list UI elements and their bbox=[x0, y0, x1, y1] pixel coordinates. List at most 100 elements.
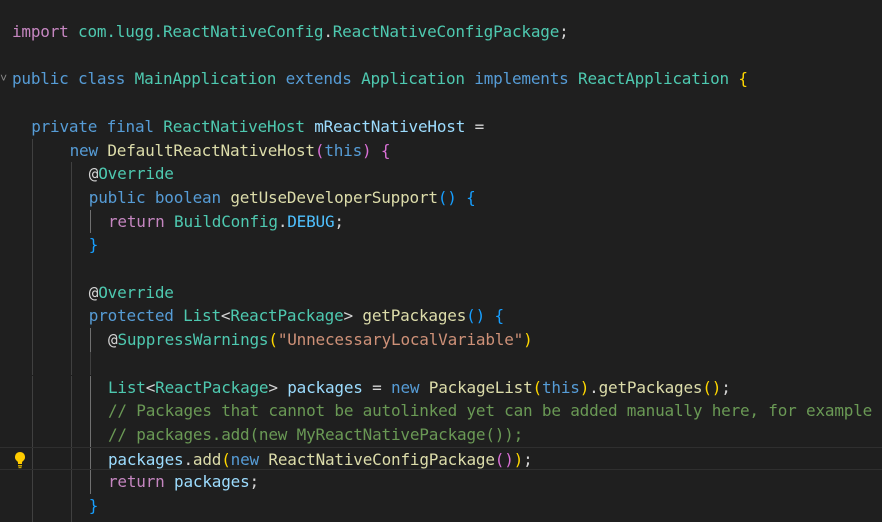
code-token: ) bbox=[513, 449, 524, 469]
code-line[interactable]: public boolean getUseDeveloperSupport() … bbox=[0, 185, 882, 210]
indent-guide bbox=[32, 470, 34, 494]
code-line[interactable]: return packages; bbox=[0, 470, 882, 494]
code-text: public class MainApplication extends App… bbox=[12, 67, 748, 91]
code-line[interactable]: return BuildConfig.DEBUG; bbox=[0, 209, 882, 234]
code-token: Application bbox=[361, 69, 465, 89]
code-token: @ bbox=[88, 164, 99, 184]
code-token: add bbox=[192, 449, 222, 469]
code-token: List bbox=[108, 377, 146, 397]
code-token: ReactPackage bbox=[155, 377, 269, 397]
code-token: import bbox=[12, 22, 69, 41]
indent-guide bbox=[32, 185, 34, 210]
code-line[interactable]: @SuppressWarnings("UnnecessaryLocalVaria… bbox=[0, 328, 882, 352]
code-text: import com.lugg.ReactNativeConfig.ReactN… bbox=[12, 20, 569, 44]
code-token: class bbox=[78, 69, 126, 89]
code-token: ReactNativeHost bbox=[163, 116, 305, 136]
code-text: } bbox=[88, 494, 99, 518]
code-token: } bbox=[88, 235, 99, 255]
code-line[interactable]: ˅ public class MainApplication extends Ap… bbox=[0, 67, 882, 91]
code-token: // Packages that cannot be autolinked ye… bbox=[108, 401, 873, 421]
code-token: DEBUG bbox=[287, 211, 335, 231]
code-line[interactable] bbox=[0, 44, 882, 68]
code-line[interactable] bbox=[0, 517, 882, 522]
indent-guide bbox=[89, 351, 91, 376]
code-token: () bbox=[437, 187, 457, 207]
code-line[interactable] bbox=[0, 351, 882, 376]
code-line[interactable]: protected List<ReactPackage> getPackages… bbox=[0, 304, 882, 329]
code-token: ( bbox=[532, 377, 543, 397]
code-line[interactable]: List<ReactPackage> packages = new Packag… bbox=[0, 375, 882, 400]
code-token: packages bbox=[287, 377, 363, 397]
code-editor[interactable]: import com.lugg.ReactNativeConfig.ReactN… bbox=[0, 0, 882, 522]
indent-guide bbox=[32, 328, 34, 352]
code-token: SuppressWarnings bbox=[117, 330, 269, 350]
code-token: ) bbox=[579, 377, 590, 397]
code-line[interactable] bbox=[0, 91, 882, 115]
code-text: @Override bbox=[89, 162, 174, 186]
code-token: ( bbox=[268, 330, 278, 350]
code-token: MainApplication bbox=[134, 69, 277, 89]
code-token: getUseDeveloperSupport bbox=[230, 187, 438, 207]
code-line[interactable]: } bbox=[0, 233, 882, 257]
code-line[interactable]: } bbox=[0, 494, 882, 518]
code-token: extends bbox=[285, 69, 352, 89]
code-text: new DefaultReactNativeHost(this) { bbox=[70, 139, 391, 163]
code-text: List<ReactPackage> packages = new Packag… bbox=[108, 376, 731, 400]
code-line[interactable] bbox=[0, 257, 882, 281]
indent-guide bbox=[32, 162, 34, 186]
indent-guide bbox=[32, 257, 34, 281]
indent-guide bbox=[89, 375, 91, 400]
indent-guide bbox=[70, 375, 72, 400]
code-token: getPackages bbox=[598, 377, 703, 397]
code-token: @ bbox=[88, 282, 99, 302]
code-line[interactable]: private final ReactNativeHost mReactNati… bbox=[0, 115, 882, 139]
code-token: } bbox=[88, 496, 99, 515]
code-token: private bbox=[31, 116, 98, 136]
code-text: } bbox=[88, 233, 99, 257]
code-token: public bbox=[88, 187, 146, 207]
indent-guide bbox=[70, 328, 72, 352]
code-token: Override bbox=[98, 282, 174, 302]
indent-guide bbox=[89, 447, 91, 470]
indent-guide bbox=[70, 447, 72, 470]
indent-guide bbox=[32, 138, 34, 163]
code-token: ; bbox=[334, 211, 344, 231]
code-token: Override bbox=[98, 164, 174, 184]
indent-guide bbox=[89, 328, 91, 352]
code-line[interactable]: import com.lugg.ReactNativeConfig.ReactN… bbox=[0, 20, 882, 44]
code-text: return packages; bbox=[108, 470, 259, 494]
indent-guide bbox=[89, 422, 91, 447]
code-text: return BuildConfig.DEBUG; bbox=[108, 210, 344, 234]
code-token: final bbox=[106, 116, 154, 136]
code-text: @SuppressWarnings("UnnecessaryLocalVaria… bbox=[108, 328, 533, 352]
code-line[interactable]: // Packages that cannot be autolinked ye… bbox=[0, 399, 882, 423]
code-line[interactable]: // packages.add(new MyReactNativePackage… bbox=[0, 422, 882, 447]
code-line[interactable]: @Override bbox=[0, 162, 882, 186]
fold-chevron-icon[interactable]: ˅ bbox=[0, 67, 7, 91]
code-token: { bbox=[466, 187, 476, 207]
code-token: ReactPackage bbox=[230, 306, 344, 326]
code-token: PackageList bbox=[428, 377, 533, 397]
code-token: () bbox=[702, 377, 722, 397]
code-token: // packages.add(new MyReactNativePackage… bbox=[108, 424, 524, 444]
code-token: getPackages bbox=[362, 306, 467, 326]
indent-guide bbox=[32, 304, 34, 329]
indent-guide bbox=[89, 470, 91, 494]
code-line[interactable]: packages.add(new ReactNativeConfigPackag… bbox=[0, 446, 882, 471]
code-token: public bbox=[12, 69, 69, 89]
code-token: < bbox=[145, 377, 156, 397]
code-line[interactable]: new DefaultReactNativeHost(this) { bbox=[0, 138, 882, 163]
lightbulb-icon[interactable] bbox=[12, 451, 28, 469]
code-token: List bbox=[183, 306, 221, 326]
code-token: ) bbox=[523, 330, 533, 350]
code-token: . bbox=[323, 22, 333, 41]
code-token: new bbox=[230, 449, 260, 469]
code-text: private final ReactNativeHost mReactNati… bbox=[31, 115, 484, 139]
code-line[interactable]: @Override bbox=[0, 280, 882, 305]
